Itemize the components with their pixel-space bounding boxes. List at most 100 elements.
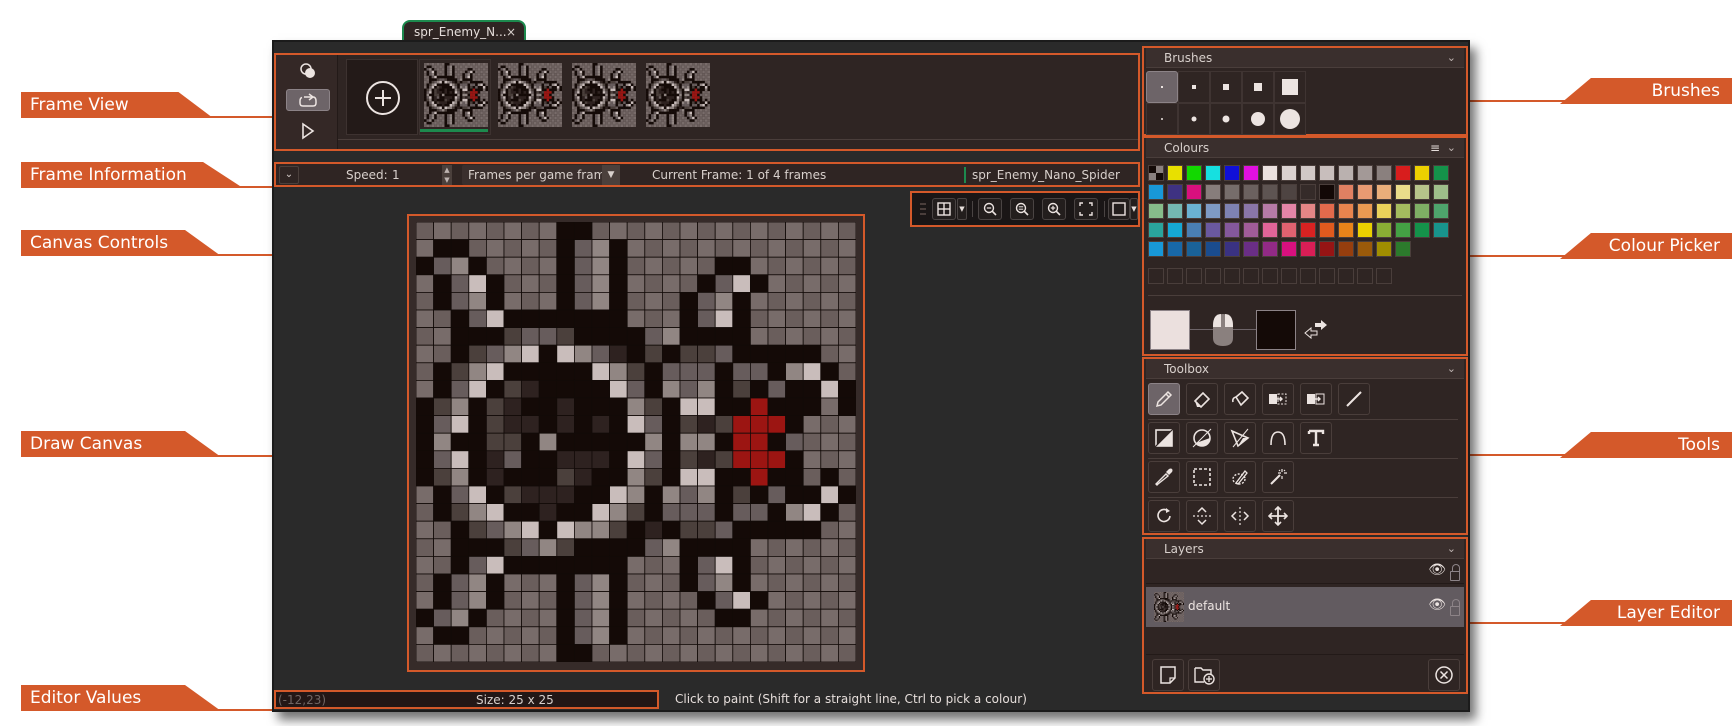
canvas-pixel[interactable]	[573, 591, 593, 610]
canvas-pixel[interactable]	[679, 503, 699, 522]
canvas-pixel[interactable]	[820, 555, 839, 575]
canvas-pixel[interactable]	[556, 520, 575, 540]
canvas-pixel[interactable]	[626, 415, 646, 434]
add-layer-folder-button[interactable]	[1188, 659, 1220, 691]
canvas-pixel[interactable]	[450, 591, 470, 610]
canvas-pixel[interactable]	[732, 362, 751, 381]
canvas-pixel[interactable]	[450, 222, 470, 241]
canvas-pixel[interactable]	[626, 362, 646, 381]
zoom-in-button[interactable]	[1042, 198, 1066, 220]
canvas-pixel[interactable]	[767, 327, 787, 346]
colour-swatch[interactable]	[1395, 184, 1411, 200]
canvas-pixel[interactable]	[609, 256, 628, 276]
canvas-pixel[interactable]	[416, 327, 435, 346]
canvas-pixel[interactable]	[785, 555, 804, 575]
canvas-pixel[interactable]	[450, 503, 470, 522]
canvas-pixel[interactable]	[609, 222, 628, 241]
canvas-pixel[interactable]	[714, 643, 734, 662]
colour-swatch[interactable]	[1148, 203, 1164, 219]
canvas-pixel[interactable]	[785, 222, 804, 241]
colour-swatch[interactable]	[1357, 184, 1373, 200]
canvas-pixel[interactable]	[468, 538, 487, 557]
canvas-pixel[interactable]	[644, 485, 663, 505]
canvas-pixel[interactable]	[714, 538, 734, 557]
canvas-pixel[interactable]	[416, 415, 435, 434]
canvas-pixel[interactable]	[573, 344, 593, 364]
custom-colour-slot[interactable]	[1300, 268, 1316, 284]
custom-colour-slot[interactable]	[1376, 268, 1392, 284]
tool-mirror-horizontal[interactable]	[1224, 500, 1256, 532]
primary-colour-swatch[interactable]	[1150, 310, 1190, 350]
canvas-pixel[interactable]	[416, 362, 435, 381]
canvas-pixel[interactable]	[837, 538, 856, 557]
colour-swatch[interactable]	[1224, 184, 1240, 200]
canvas-pixel[interactable]	[714, 309, 734, 329]
canvas-pixel[interactable]	[679, 327, 699, 346]
canvas-pixel[interactable]	[837, 503, 856, 522]
tool-colour-picker[interactable]	[1148, 461, 1180, 493]
colour-swatch[interactable]	[1186, 184, 1202, 200]
canvas-pixel[interactable]	[749, 415, 769, 434]
canvas-pixel[interactable]	[468, 643, 487, 662]
canvas-pixel[interactable]	[644, 362, 663, 381]
canvas-pixel[interactable]	[486, 467, 505, 487]
canvas-pixel[interactable]	[644, 520, 663, 540]
canvas-pixel[interactable]	[679, 362, 699, 381]
canvas-pixel[interactable]	[837, 485, 856, 505]
colour-swatch[interactable]	[1205, 222, 1221, 238]
canvas-pixel[interactable]	[486, 485, 505, 505]
canvas-pixel[interactable]	[609, 239, 628, 258]
canvas-pixel[interactable]	[820, 467, 839, 487]
canvas-pixel[interactable]	[679, 397, 699, 417]
canvas-pixel[interactable]	[767, 538, 787, 557]
canvas-pixel[interactable]	[820, 292, 839, 311]
colours-header[interactable]: Colours ≡ ⌄	[1146, 138, 1464, 158]
canvas-pixel[interactable]	[820, 397, 839, 417]
canvas-pixel[interactable]	[661, 503, 681, 522]
canvas-pixel[interactable]	[538, 467, 558, 487]
canvas-pixel[interactable]	[486, 309, 505, 329]
canvas-pixel[interactable]	[433, 591, 452, 610]
tool-colour-replace[interactable]	[1300, 383, 1332, 415]
canvas-pixel[interactable]	[486, 344, 505, 364]
colour-swatch[interactable]	[1300, 165, 1316, 181]
canvas-pixel[interactable]	[732, 555, 751, 575]
canvas-pixel[interactable]	[573, 503, 593, 522]
colour-swatch[interactable]	[1167, 165, 1183, 181]
canvas-pixel[interactable]	[785, 432, 804, 452]
canvas-pixel[interactable]	[767, 274, 787, 293]
tool-polygon[interactable]	[1224, 422, 1256, 454]
canvas-pixel[interactable]	[661, 432, 681, 452]
canvas-pixel[interactable]	[767, 608, 787, 628]
canvas-pixel[interactable]	[661, 239, 681, 258]
canvas-pixel[interactable]	[785, 256, 804, 276]
colour-swatch[interactable]	[1243, 203, 1259, 219]
canvas-pixel[interactable]	[503, 309, 523, 329]
canvas-pixel[interactable]	[450, 327, 470, 346]
canvas-pixel[interactable]	[749, 485, 769, 505]
canvas-pixel[interactable]	[591, 626, 611, 645]
canvas-pixel[interactable]	[785, 450, 804, 469]
canvas-pixel[interactable]	[468, 485, 487, 505]
layer-lock-icon[interactable]	[1450, 599, 1460, 616]
canvas-pixel[interactable]	[609, 327, 628, 346]
canvas-pixel[interactable]	[697, 591, 716, 610]
canvas-pixel[interactable]	[573, 415, 593, 434]
canvas-pixel[interactable]	[661, 485, 681, 505]
frame-thumbnail-1[interactable]	[424, 63, 488, 127]
canvas-pixel[interactable]	[785, 608, 804, 628]
canvas-pixel[interactable]	[661, 415, 681, 434]
canvas-pixel[interactable]	[450, 239, 470, 258]
canvas-pixel[interactable]	[450, 450, 470, 469]
canvas-pixel[interactable]	[538, 503, 558, 522]
canvas-pixel[interactable]	[802, 608, 822, 628]
canvas-pixel[interactable]	[591, 397, 611, 417]
canvas-pixel[interactable]	[433, 538, 452, 557]
canvas-pixel[interactable]	[591, 327, 611, 346]
canvas-pixel[interactable]	[732, 608, 751, 628]
custom-colour-slot[interactable]	[1243, 268, 1259, 284]
custom-colour-slot[interactable]	[1205, 268, 1221, 284]
colour-swatch[interactable]	[1376, 203, 1392, 219]
canvas-pixel[interactable]	[767, 379, 787, 399]
canvas-pixel[interactable]	[468, 626, 487, 645]
